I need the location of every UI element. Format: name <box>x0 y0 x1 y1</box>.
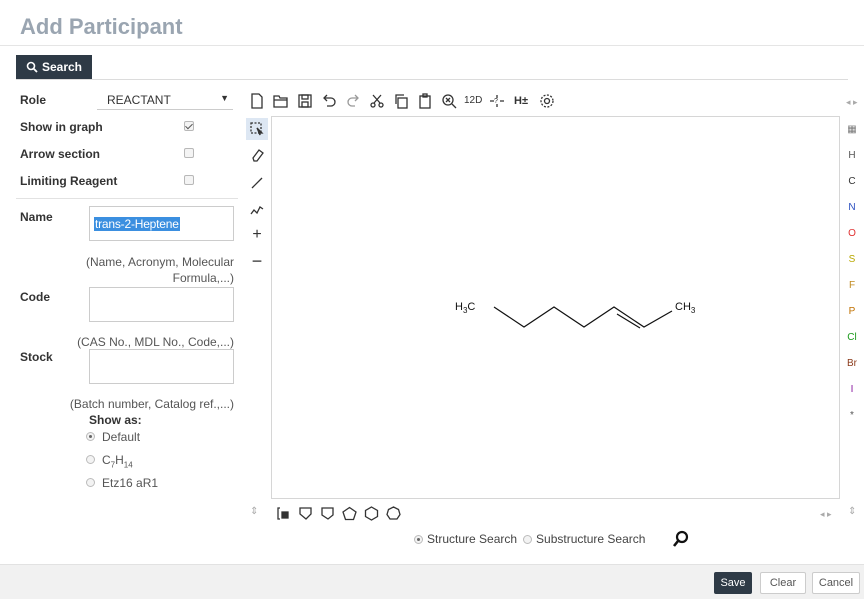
arrow-section-checkbox[interactable] <box>184 148 194 158</box>
role-select-value: REACTANT <box>107 93 171 107</box>
template-benzene-icon[interactable] <box>296 504 314 522</box>
element-s[interactable]: S <box>842 254 862 265</box>
show-as-default-label: Default <box>102 430 141 444</box>
svg-text:?: ? <box>494 98 498 105</box>
cut-icon[interactable] <box>368 92 386 110</box>
tab-divider <box>16 79 848 80</box>
stock-field[interactable] <box>89 349 234 384</box>
name-label: Name <box>20 210 53 224</box>
cancel-button[interactable]: Cancel <box>812 572 860 594</box>
element-p[interactable]: P <box>842 306 862 317</box>
charge-plus-icon[interactable]: + <box>246 224 268 246</box>
stock-hint: (Batch number, Catalog ref.,...) <box>69 397 234 411</box>
right-methyl-label: CH3 <box>675 301 696 315</box>
code-field[interactable] <box>89 287 234 322</box>
drawing-canvas[interactable]: H3C CH3 <box>271 116 840 499</box>
element-n[interactable]: N <box>842 202 862 213</box>
search-icon <box>26 61 38 73</box>
search-mode-group: Structure Search Substructure Search <box>414 532 645 546</box>
substructure-search-radio[interactable] <box>523 534 533 544</box>
show-as-label: Show as: <box>89 413 142 427</box>
copy-icon[interactable] <box>392 92 410 110</box>
left-methyl-label: H3C <box>455 301 475 315</box>
element-o[interactable]: O <box>842 228 862 239</box>
code-hint: (CAS No., MDL No., Code,...) <box>77 335 234 349</box>
search-tab[interactable]: Search <box>16 55 92 79</box>
new-document-icon[interactable] <box>248 92 266 110</box>
clear-button[interactable]: Clear <box>760 572 806 594</box>
name-hint-line2: Formula,...) <box>172 271 234 285</box>
run-search-icon[interactable] <box>672 530 690 548</box>
role-select[interactable]: REACTANT ▼ <box>97 90 233 110</box>
element-c[interactable]: C <box>842 176 862 187</box>
template-bracket-icon[interactable] <box>274 504 292 522</box>
element-cl[interactable]: Cl <box>842 332 862 343</box>
template-scroll-lr[interactable]: ◂ ▸ <box>820 509 832 520</box>
periodic-table-icon[interactable]: ▦ <box>842 124 862 135</box>
stock-label: Stock <box>20 350 53 364</box>
template-scroll-ud[interactable]: ⇕ <box>848 506 856 517</box>
bond-tool-icon[interactable] <box>246 172 268 194</box>
save-icon[interactable] <box>296 92 314 110</box>
template-cycloheptane-icon[interactable] <box>384 504 402 522</box>
show-as-default-radio[interactable] <box>86 432 95 441</box>
show-as-formula-radio[interactable] <box>86 455 95 464</box>
limiting-reagent-label: Limiting Reagent <box>20 174 118 188</box>
chiral-flag-icon[interactable]: ? <box>488 92 506 110</box>
gear-icon[interactable] <box>538 92 556 110</box>
structure-search-radio[interactable] <box>414 534 423 544</box>
paste-icon[interactable] <box>416 92 434 110</box>
template-scroll-arrows[interactable]: ⇕ <box>250 506 258 517</box>
code-label: Code <box>20 290 50 304</box>
arrow-section-label: Arrow section <box>20 147 101 161</box>
element-i[interactable]: I <box>842 384 862 395</box>
limiting-reagent-checkbox[interactable] <box>184 175 194 185</box>
element-br[interactable]: Br <box>842 358 862 369</box>
chevron-down-icon: ▼ <box>220 93 229 103</box>
save-button[interactable]: Save <box>714 572 752 594</box>
editor-toolbar: 12D ? H± ◂ ▸ <box>242 86 862 116</box>
zoom-clear-icon[interactable] <box>440 92 458 110</box>
dialog-title: Add Participant <box>20 14 183 39</box>
toolbar-scroll-arrows[interactable]: ◂ ▸ <box>846 97 858 108</box>
element-f[interactable]: F <box>842 280 862 291</box>
template-cyclohexane-icon[interactable] <box>362 504 380 522</box>
show-in-graph-checkbox[interactable] <box>184 121 194 131</box>
show-as-code-radio[interactable] <box>86 478 95 487</box>
name-field[interactable]: trans-2-Heptene <box>89 206 234 241</box>
name-hint: (Name, Acronym, Molecular Formula,...) <box>86 254 234 286</box>
form-divider <box>16 198 238 199</box>
role-label: Role <box>20 93 47 107</box>
charge-minus-icon[interactable]: − <box>246 250 268 272</box>
element-any[interactable]: * <box>842 410 862 421</box>
structure-search-label: Structure Search <box>427 532 518 546</box>
redo-icon[interactable] <box>344 92 362 110</box>
template-cyclopentane-icon[interactable] <box>340 504 358 522</box>
template-cyclobutane-icon[interactable] <box>318 504 336 522</box>
layout-2d-icon[interactable]: 12D <box>464 95 482 106</box>
open-folder-icon[interactable] <box>272 92 290 110</box>
name-hint-line1: (Name, Acronym, Molecular <box>85 255 234 269</box>
molecule-structure: H3C CH3 <box>455 301 696 329</box>
show-as-formula-label: C7H14 <box>102 453 133 470</box>
search-tab-label: Search <box>41 60 83 74</box>
selection-tool-icon[interactable] <box>246 118 268 140</box>
dialog-header: Add Participant <box>0 0 864 46</box>
chain-tool-icon[interactable] <box>246 198 268 220</box>
name-field-value: trans-2-Heptene <box>94 217 180 231</box>
eraser-icon[interactable] <box>246 144 268 166</box>
element-h[interactable]: H <box>842 150 862 161</box>
show-as-code-label: Etz16 aR1 <box>102 476 159 490</box>
undo-icon[interactable] <box>320 92 338 110</box>
show-in-graph-label: Show in graph <box>20 120 103 134</box>
structure-editor: 12D ? H± ◂ ▸ + − H3C CH3 ▦ H C N O S F P… <box>242 86 862 530</box>
charge-icon[interactable]: H± <box>514 95 528 107</box>
substructure-search-label: Substructure Search <box>536 532 646 546</box>
